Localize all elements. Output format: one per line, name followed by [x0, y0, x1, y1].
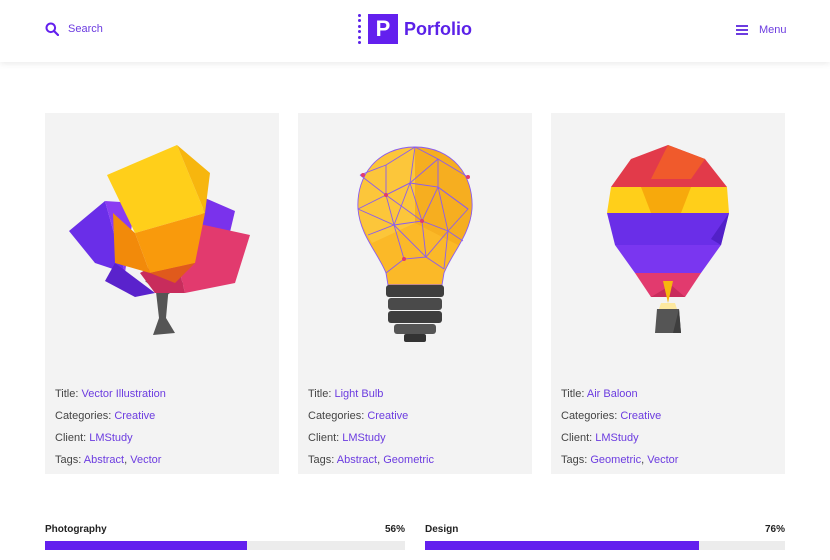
tag-link[interactable]: Geometric — [590, 454, 641, 466]
progress-track — [45, 541, 405, 550]
progress-fill — [45, 541, 247, 550]
logo-mark: P — [368, 14, 398, 44]
logo-text: Porfolio — [404, 18, 472, 39]
progress-track — [425, 541, 785, 550]
client-link[interactable]: LMStudy — [89, 432, 132, 444]
skill-name: Photography — [45, 524, 107, 535]
portfolio-card[interactable]: Title: Light Bulb Categories: Creative C… — [298, 113, 532, 474]
skill-bar-photography: Photography 56% — [45, 524, 405, 550]
progress-fill — [425, 541, 699, 550]
site-header: Search P Porfolio Menu — [0, 0, 830, 62]
search-button[interactable]: Search — [45, 22, 103, 36]
menu-label: Menu — [759, 24, 787, 36]
title-label: Title: — [55, 388, 79, 400]
client-label: Client: — [561, 432, 593, 444]
low-poly-hot-air-balloon-image — [607, 145, 729, 333]
portfolio-card[interactable]: Title: Air Baloon Categories: Creative C… — [551, 113, 785, 474]
card-meta: Title: Light Bulb Categories: Creative C… — [308, 388, 434, 466]
hamburger-icon — [736, 25, 748, 35]
low-poly-tree-image — [69, 145, 250, 335]
skill-bar-design: Design 76% — [425, 524, 785, 550]
site-logo[interactable]: P Porfolio — [358, 14, 472, 44]
tags-label: Tags: — [308, 454, 335, 466]
low-poly-light-bulb-image — [357, 146, 473, 342]
tags-label: Tags: — [55, 454, 82, 466]
card-meta: Title: Air Baloon Categories: Creative C… — [561, 388, 679, 466]
card-meta: Title: Vector Illustration Categories: C… — [55, 388, 166, 466]
search-label: Search — [68, 23, 103, 35]
client-link[interactable]: LMStudy — [595, 432, 638, 444]
categories-label: Categories: — [55, 410, 112, 422]
portfolio-card[interactable]: Title: Vector Illustration Categories: C… — [45, 113, 279, 474]
categories-label: Categories: — [308, 410, 365, 422]
skill-percent: 56% — [384, 524, 405, 535]
title-label: Title: — [308, 388, 332, 400]
category-link[interactable]: Creative — [114, 410, 155, 422]
categories-label: Categories: — [561, 410, 618, 422]
title-label: Title: — [561, 388, 585, 400]
card-title-link[interactable]: Light Bulb — [335, 388, 384, 400]
skill-name: Design — [425, 524, 459, 535]
card-title-link[interactable]: Vector Illustration — [82, 388, 166, 400]
tag-link[interactable]: Vector — [647, 454, 678, 466]
tag-link[interactable]: Abstract — [337, 454, 377, 466]
tags-label: Tags: — [561, 454, 588, 466]
category-link[interactable]: Creative — [367, 410, 408, 422]
client-label: Client: — [55, 432, 87, 444]
logo-dots — [358, 14, 362, 44]
client-label: Client: — [308, 432, 340, 444]
skill-percent: 76% — [764, 524, 785, 535]
card-title-link[interactable]: Air Baloon — [587, 388, 638, 400]
client-link[interactable]: LMStudy — [342, 432, 385, 444]
tag-link[interactable]: Geometric — [383, 454, 434, 466]
menu-button[interactable]: Menu — [736, 24, 787, 36]
search-icon — [45, 22, 59, 36]
category-link[interactable]: Creative — [620, 410, 661, 422]
tag-link[interactable]: Vector — [130, 454, 161, 466]
tag-link[interactable]: Abstract — [84, 454, 124, 466]
